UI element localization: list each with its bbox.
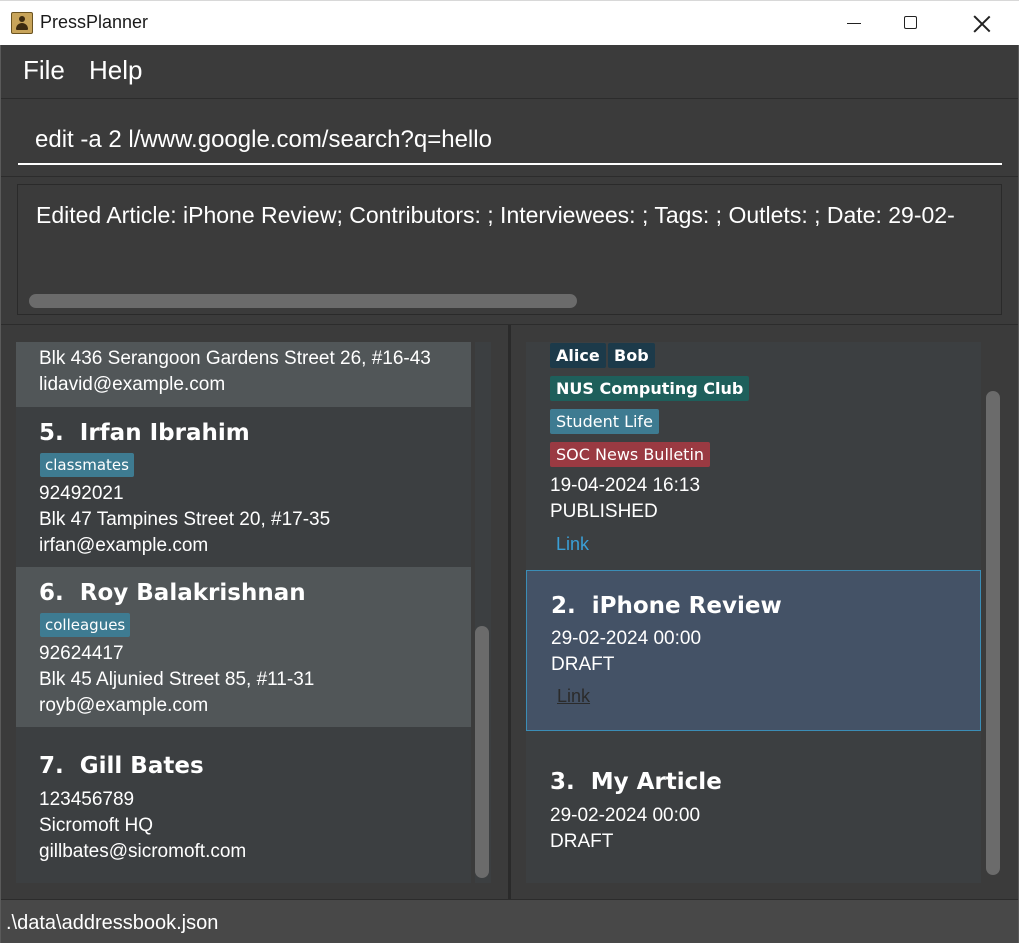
outlet-chip: SOC News Bulletin bbox=[550, 442, 711, 467]
person-card[interactable]: Blk 436 Serangoon Gardens Street 26, #16… bbox=[16, 342, 471, 407]
article-title-text: My Article bbox=[590, 769, 722, 795]
split-divider[interactable] bbox=[508, 325, 511, 900]
close-button[interactable] bbox=[949, 1, 1015, 46]
article-card-selected[interactable]: 2. iPhone Review 29-02-2024 00:00 DRAFT … bbox=[526, 570, 981, 731]
person-name-text: Irfan Ibrahim bbox=[79, 420, 250, 446]
person-email: irfan@example.com bbox=[39, 535, 209, 556]
status-file-path: .\data\addressbook.json bbox=[6, 912, 219, 934]
article-date: 29-02-2024 00:00 bbox=[551, 628, 702, 649]
article-status: PUBLISHED bbox=[550, 501, 658, 522]
result-display[interactable]: Edited Article: iPhone Review; Contribut… bbox=[17, 184, 1002, 315]
person-email: gillbates@sicromoft.com bbox=[39, 841, 247, 862]
contributor-chip: Bob bbox=[608, 343, 655, 368]
person-phone: 92624417 bbox=[39, 643, 124, 664]
contributor-chip: Alice bbox=[550, 343, 606, 368]
menu-help[interactable]: Help bbox=[89, 55, 142, 86]
person-address: Blk 436 Serangoon Gardens Street 26, #16… bbox=[39, 348, 431, 369]
person-name: 7. Gill Bates bbox=[39, 753, 204, 779]
article-title: 2. iPhone Review bbox=[551, 593, 782, 619]
person-name: 6. Roy Balakrishnan bbox=[39, 580, 306, 606]
article-index: 2. bbox=[551, 593, 576, 619]
article-card[interactable]: Alice Bob NUS Computing Club Student Lif… bbox=[526, 342, 981, 570]
menu-file[interactable]: File bbox=[23, 55, 65, 86]
article-date: 19-04-2024 16:13 bbox=[550, 475, 701, 496]
app-window: File Help Edited Article: iPhone Review;… bbox=[0, 45, 1019, 943]
person-name-text: Roy Balakrishnan bbox=[79, 580, 306, 606]
person-name-text: Gill Bates bbox=[79, 753, 204, 779]
status-bar: .\data\addressbook.json bbox=[1, 899, 1018, 943]
person-address: Blk 45 Aljunied Street 85, #11-31 bbox=[39, 669, 315, 690]
list-split-pane: Blk 436 Serangoon Gardens Street 26, #16… bbox=[1, 324, 1018, 900]
article-date: 29-02-2024 00:00 bbox=[550, 805, 701, 826]
article-status: DRAFT bbox=[551, 654, 615, 675]
person-tag: classmates bbox=[40, 453, 134, 477]
person-address: Sicromoft HQ bbox=[39, 815, 154, 836]
article-tag-chip: Student Life bbox=[550, 409, 659, 434]
article-list-scrollbar[interactable] bbox=[986, 391, 1000, 875]
person-tag: colleagues bbox=[40, 613, 131, 637]
window-title: PressPlanner bbox=[40, 12, 149, 32]
result-horizontal-scrollbar[interactable] bbox=[29, 294, 577, 308]
person-list: Blk 436 Serangoon Gardens Street 26, #16… bbox=[16, 342, 471, 883]
window-titlebar: PressPlanner bbox=[0, 0, 1019, 45]
person-address: Blk 47 Tampines Street 20, #17-35 bbox=[39, 509, 331, 530]
article-link[interactable]: Link bbox=[556, 534, 589, 555]
menu-bar: File Help bbox=[1, 45, 1018, 99]
result-text: Edited Article: iPhone Review; Contribut… bbox=[36, 202, 955, 228]
command-bar bbox=[1, 99, 1018, 177]
article-list: Alice Bob NUS Computing Club Student Lif… bbox=[526, 342, 981, 883]
person-card[interactable]: 7. Gill Bates 123456789 Sicromoft HQ gil… bbox=[16, 727, 471, 883]
person-name: 5. Irfan Ibrahim bbox=[39, 420, 250, 446]
close-icon bbox=[973, 15, 991, 33]
person-card[interactable]: 5. Irfan Ibrahim classmates 92492021 Blk… bbox=[16, 407, 471, 567]
person-index: 5. bbox=[39, 420, 64, 446]
person-index: 6. bbox=[39, 580, 64, 606]
person-email: royb@example.com bbox=[39, 695, 209, 716]
article-title-text: iPhone Review bbox=[591, 593, 782, 619]
article-index: 3. bbox=[550, 769, 575, 795]
maximize-icon bbox=[904, 16, 917, 29]
person-index: 7. bbox=[39, 753, 64, 779]
person-phone: 123456789 bbox=[39, 789, 135, 810]
article-link[interactable]: Link bbox=[557, 686, 590, 707]
person-card[interactable]: 6. Roy Balakrishnan colleagues 92624417 … bbox=[16, 567, 471, 727]
person-list-scrollbar[interactable] bbox=[475, 626, 489, 878]
article-card[interactable]: 3. My Article 29-02-2024 00:00 DRAFT bbox=[526, 731, 981, 883]
maximize-button[interactable] bbox=[878, 1, 944, 46]
article-status: DRAFT bbox=[550, 831, 614, 852]
app-icon bbox=[11, 12, 33, 34]
article-title: 3. My Article bbox=[550, 769, 722, 795]
minimize-icon bbox=[847, 23, 861, 24]
command-input[interactable] bbox=[18, 117, 1002, 165]
person-phone: 92492021 bbox=[39, 483, 124, 504]
interviewee-chip: NUS Computing Club bbox=[550, 376, 750, 401]
person-email: lidavid@example.com bbox=[39, 374, 226, 395]
